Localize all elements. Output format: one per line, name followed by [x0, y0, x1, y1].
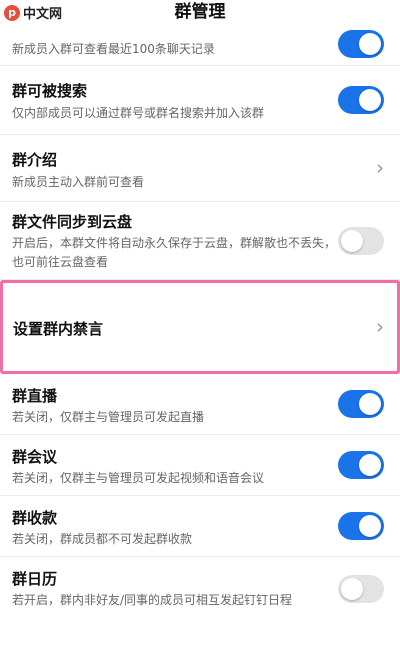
setting-subtitle: 仅内部成员可以通过群号或群名搜索并加入该群 [12, 106, 265, 120]
history-toggle[interactable] [338, 30, 384, 58]
chevron-right-icon: › [376, 314, 384, 339]
setting-title: 群日历 [12, 570, 58, 588]
cloud-sync-toggle[interactable] [338, 226, 384, 255]
setting-subtitle: 若开启，群内非好友/同事的成员可相互发起钉钉日程 [12, 593, 293, 607]
toggle-knob [359, 33, 381, 55]
setting-row-searchable[interactable]: 群可被搜索 仅内部成员可以通过群号或群名搜索并加入该群 [0, 66, 400, 135]
toggle-knob [359, 89, 381, 111]
calendar-toggle[interactable] [338, 575, 384, 603]
setting-row-cloud[interactable]: 群文件同步到云盘 开启后，本群文件将自动永久保存于云盘，群解散也不丢失，也可前往… [0, 202, 400, 280]
setting-subtitle: 新成员入群可查看最近100条聊天记录 [12, 42, 215, 56]
setting-title: 群介绍 [12, 151, 58, 169]
toggle-knob [359, 515, 381, 537]
setting-row-payment[interactable]: 群收款 若关闭，群成员都不可发起群收款 [0, 496, 400, 557]
setting-row-calendar[interactable]: 群日历 若开启，群内非好友/同事的成员可相互发起钉钉日程 [0, 557, 400, 647]
setting-title: 设置群内禁言 [13, 320, 104, 338]
setting-row-mute[interactable]: 设置群内禁言 › [0, 280, 400, 374]
toggle-knob [341, 229, 363, 252]
payment-toggle[interactable] [338, 512, 384, 540]
setting-subtitle: 开启后，本群文件将自动永久保存于云盘，群解散也不丢失，也可前往云盘查看 [12, 236, 337, 269]
setting-row-intro[interactable]: 群介绍 新成员主动入群前可查看 › [0, 135, 400, 202]
nav-header: p 中文网 群管理 [0, 0, 400, 26]
toggle-knob [359, 393, 381, 415]
setting-title: 群文件同步到云盘 [12, 213, 133, 231]
toggle-knob [341, 578, 363, 600]
setting-row-live[interactable]: 群直播 若关闭，仅群主与管理员可发起直播 [0, 374, 400, 435]
setting-title: 群可被搜索 [12, 82, 88, 100]
setting-subtitle: 若关闭，仅群主与管理员可发起直播 [12, 410, 205, 424]
setting-title: 群收款 [12, 509, 58, 527]
setting-subtitle: 新成员主动入群前可查看 [12, 175, 145, 189]
setting-row-meeting[interactable]: 群会议 若关闭，仅群主与管理员可发起视频和语音会议 [0, 435, 400, 496]
setting-subtitle: 若关闭，群成员都不可发起群收款 [12, 532, 193, 546]
live-toggle[interactable] [338, 390, 384, 418]
setting-title: 群直播 [12, 387, 58, 405]
chevron-right-icon: › [376, 155, 384, 180]
setting-subtitle: 若关闭，仅群主与管理员可发起视频和语音会议 [12, 471, 265, 485]
toggle-knob [359, 454, 381, 476]
setting-row-history[interactable]: 新成员入群可查看最近100条聊天记录 [0, 26, 400, 66]
page-title: 群管理 [174, 2, 226, 22]
setting-title: 群会议 [12, 448, 58, 466]
meeting-toggle[interactable] [338, 451, 384, 479]
searchable-toggle[interactable] [338, 86, 384, 114]
